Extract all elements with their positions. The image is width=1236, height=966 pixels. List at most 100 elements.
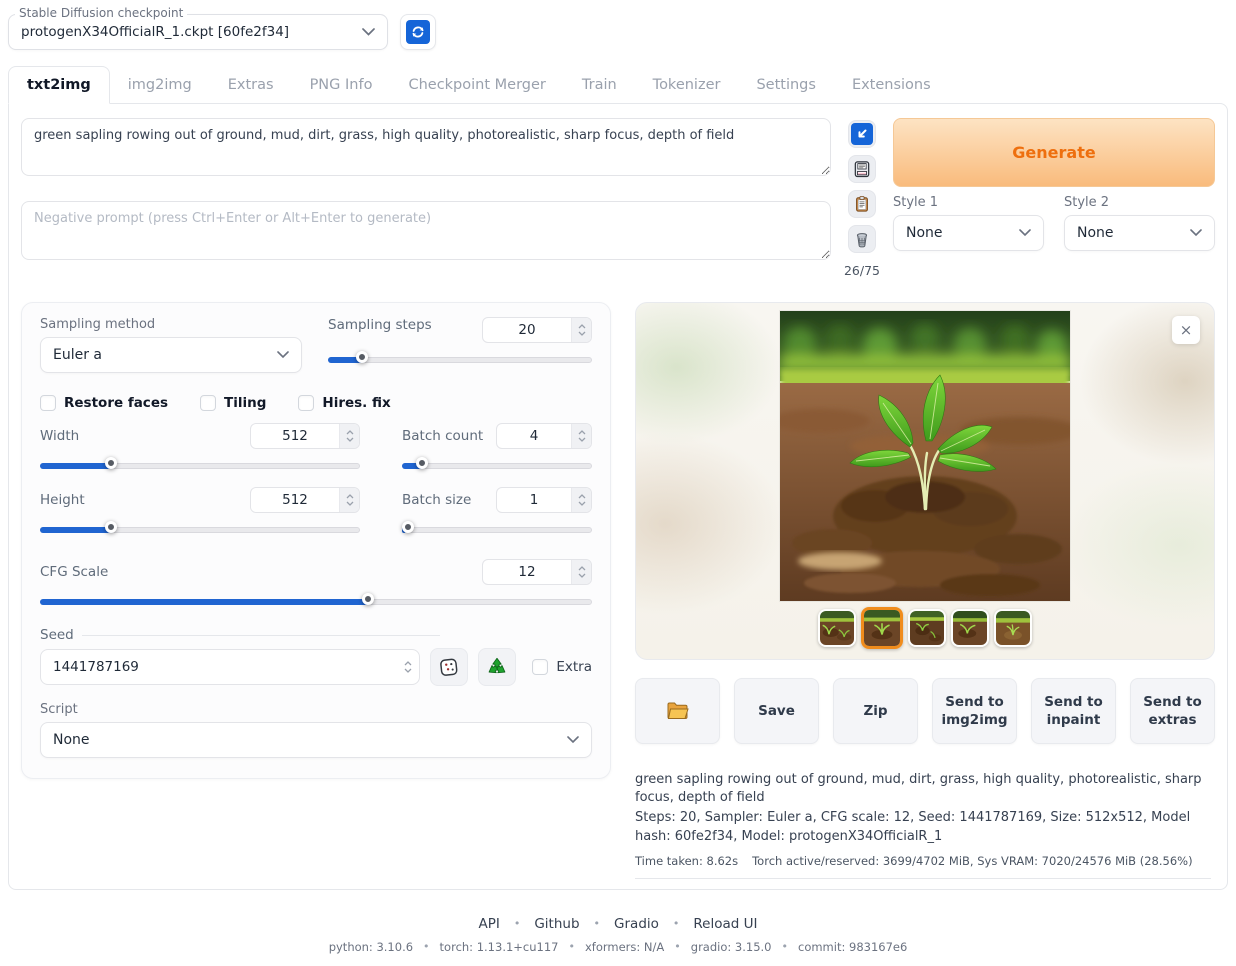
generation-settings-panel: Sampling method Euler a Sampling steps: [21, 302, 611, 779]
seed-input[interactable]: 1441787169: [40, 649, 420, 685]
style2-select[interactable]: None: [1064, 215, 1215, 251]
generation-info: green sapling rowing out of ground, mud,…: [635, 771, 1215, 879]
refresh-checkpoint-button[interactable]: [400, 14, 436, 50]
stepper-arrows[interactable]: [571, 318, 591, 342]
thumbnail-3[interactable]: [908, 609, 946, 647]
sampling-method-label: Sampling method: [40, 317, 302, 332]
clear-prompt-button[interactable]: [848, 225, 876, 253]
arrow-down-left-icon: [851, 123, 873, 145]
tab-tokenizer[interactable]: Tokenizer: [635, 67, 739, 103]
sampling-method-select[interactable]: Euler a: [40, 337, 302, 373]
height-label: Height: [40, 492, 85, 508]
width-input[interactable]: 512: [250, 423, 360, 449]
version-info: python: 3.10.6• torch: 1.13.1+cu117• xfo…: [8, 940, 1228, 954]
cfg-scale-slider[interactable]: [40, 593, 592, 611]
apply-style-button[interactable]: [848, 190, 876, 218]
chevron-down-icon: [277, 351, 289, 359]
sd-webui-app: Stable Diffusion checkpoint protogenX34O…: [0, 0, 1236, 966]
thumbnail-4[interactable]: [951, 609, 989, 647]
prompt-tools: 26/75: [845, 118, 879, 278]
restore-faces-checkbox[interactable]: Restore faces: [40, 395, 168, 411]
open-folder-button[interactable]: [635, 678, 720, 744]
floppy-disk-icon: [852, 159, 872, 179]
info-params-text: Steps: 20, Sampler: Euler a, CFG scale: …: [635, 809, 1211, 845]
tab-settings[interactable]: Settings: [738, 67, 833, 103]
thumbnail-1[interactable]: [818, 609, 856, 647]
checkpoint-select[interactable]: Stable Diffusion checkpoint protogenX34O…: [8, 14, 388, 50]
send-to-extras-button[interactable]: Send to extras: [1130, 678, 1215, 744]
reuse-seed-button[interactable]: [478, 648, 516, 686]
chevron-down-icon: [567, 736, 579, 744]
recycle-icon: [486, 656, 508, 678]
sampling-steps-input[interactable]: 20: [482, 317, 592, 343]
paste-params-button[interactable]: [848, 120, 876, 148]
generate-button[interactable]: Generate: [893, 118, 1215, 187]
footer: API • Github • Gradio • Reload UI python…: [8, 916, 1228, 954]
tab-train[interactable]: Train: [564, 67, 635, 103]
tab-extensions[interactable]: Extensions: [834, 67, 949, 103]
chevron-down-icon: [1019, 229, 1031, 237]
width-slider[interactable]: [40, 457, 360, 475]
batch-count-input[interactable]: 4: [496, 423, 592, 449]
main-tabs: txt2img img2img Extras PNG Info Checkpoi…: [8, 66, 1228, 103]
hires-fix-checkbox[interactable]: Hires. fix: [298, 395, 390, 411]
tab-extras[interactable]: Extras: [210, 67, 292, 103]
chevron-down-icon: [1190, 229, 1202, 237]
info-prompt-text: green sapling rowing out of ground, mud,…: [635, 771, 1211, 807]
generated-image[interactable]: [780, 311, 1070, 601]
style1-select[interactable]: None: [893, 215, 1044, 251]
folder-icon: [666, 701, 690, 721]
token-counter: 26/75: [844, 263, 880, 278]
txt2img-panel: green sapling rowing out of ground, mud,…: [8, 103, 1228, 890]
random-seed-button[interactable]: [430, 648, 468, 686]
width-label: Width: [40, 428, 79, 444]
save-style-button[interactable]: [848, 155, 876, 183]
info-time-text: Time taken: 8.62sTorch active/reserved: …: [635, 853, 1211, 879]
batch-size-slider[interactable]: [402, 521, 592, 539]
checkpoint-label: Stable Diffusion checkpoint: [15, 6, 187, 20]
tab-png-info[interactable]: PNG Info: [292, 67, 391, 103]
send-to-img2img-button[interactable]: Send to img2img: [932, 678, 1017, 744]
zip-button[interactable]: Zip: [833, 678, 918, 744]
footer-link-github[interactable]: Github: [534, 916, 579, 932]
height-slider[interactable]: [40, 521, 360, 539]
tab-checkpoint-merger[interactable]: Checkpoint Merger: [390, 67, 563, 103]
chevron-down-icon: [362, 28, 375, 36]
send-to-inpaint-button[interactable]: Send to inpaint: [1031, 678, 1116, 744]
height-input[interactable]: 512: [250, 487, 360, 513]
thumbnail-2-selected[interactable]: [861, 607, 903, 649]
thumbnail-5[interactable]: [994, 609, 1032, 647]
tab-img2img[interactable]: img2img: [110, 67, 210, 103]
footer-link-gradio[interactable]: Gradio: [614, 916, 659, 932]
footer-link-reload-ui[interactable]: Reload UI: [693, 916, 757, 932]
extra-seed-checkbox[interactable]: Extra: [532, 659, 592, 675]
footer-link-api[interactable]: API: [478, 916, 499, 932]
result-gallery: ×: [635, 302, 1215, 660]
thumbnail-strip: [818, 607, 1032, 649]
dice-icon: [438, 656, 460, 678]
cfg-scale-input[interactable]: 12: [482, 559, 592, 585]
save-button[interactable]: Save: [734, 678, 819, 744]
script-value: None: [53, 732, 90, 748]
close-icon[interactable]: ×: [1172, 316, 1200, 344]
prompt-input[interactable]: green sapling rowing out of ground, mud,…: [21, 118, 831, 176]
batch-size-label: Batch size: [402, 492, 471, 508]
script-select[interactable]: None: [40, 722, 592, 758]
trash-icon: [852, 229, 872, 249]
output-actions: Save Zip Send to img2img Send to inpaint…: [635, 678, 1215, 744]
checkpoint-row: Stable Diffusion checkpoint protogenX34O…: [8, 14, 1228, 50]
checkpoint-value: protogenX34OfficialR_1.ckpt [60fe2f34]: [21, 24, 362, 40]
tab-txt2img[interactable]: txt2img: [8, 66, 110, 104]
batch-count-label: Batch count: [402, 428, 483, 444]
clipboard-icon: [852, 194, 872, 214]
negative-prompt-input[interactable]: [21, 201, 831, 260]
tiling-checkbox[interactable]: Tiling: [200, 395, 266, 411]
style1-value: None: [906, 225, 943, 241]
batch-count-slider[interactable]: [402, 457, 592, 475]
style2-value: None: [1077, 225, 1114, 241]
batch-size-input[interactable]: 1: [496, 487, 592, 513]
script-label: Script: [40, 702, 592, 717]
sampling-steps-slider[interactable]: [328, 351, 592, 369]
style1-label: Style 1: [893, 195, 1044, 210]
seed-label: Seed: [40, 627, 74, 643]
